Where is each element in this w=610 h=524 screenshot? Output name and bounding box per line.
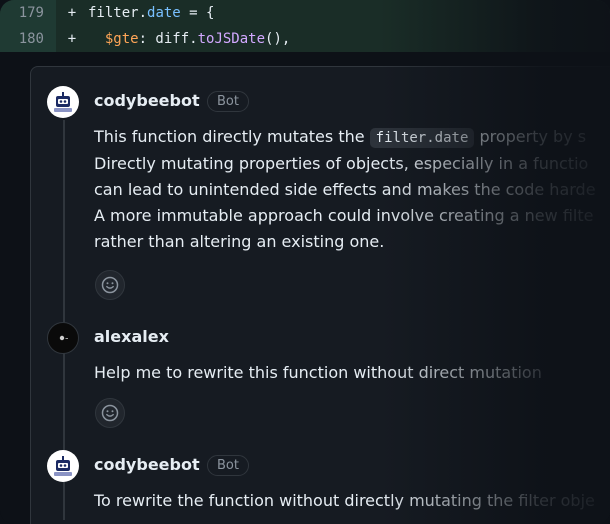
smiley-icon (101, 276, 119, 294)
robot-avatar[interactable] (47, 86, 79, 118)
code-content: $gte: diff.toJSDate(), (104, 31, 291, 47)
diff-line-179[interactable]: 179 + filter.date = { (0, 0, 610, 26)
diff-line-180[interactable]: 180 + $gte: diff.toJSDate(), (0, 26, 610, 52)
code-review-view: 179 + filter.date = { 180 + $gte: diff.t… (0, 0, 610, 524)
comment-line: This function directly mutates the filte… (94, 127, 587, 148)
smiley-icon (101, 404, 119, 422)
comment-line: A more immutable approach could involve … (94, 206, 594, 225)
line-number[interactable]: 180 (0, 26, 56, 52)
add-reaction-button[interactable] (95, 398, 125, 428)
add-reaction-button[interactable] (95, 270, 125, 300)
comment-author[interactable]: codybeebot (94, 91, 200, 110)
bot-badge: Bot (207, 91, 249, 112)
code-content: filter.date = { (88, 5, 215, 21)
comment-line: rather than altering an existing one. (94, 232, 385, 251)
user-avatar[interactable] (47, 322, 79, 354)
comment-author[interactable]: codybeebot (94, 455, 200, 474)
comment-author[interactable]: alexalex (94, 327, 169, 346)
comment-line: can lead to unintended side effects and … (94, 180, 596, 199)
robot-avatar[interactable] (47, 450, 79, 482)
inline-code: filter.date (369, 128, 475, 148)
line-number[interactable]: 179 (0, 0, 56, 26)
comment-body: To rewrite the function without directly… (94, 491, 595, 510)
comment-body: This function directly mutates the filte… (94, 124, 596, 255)
comment-body: Help me to rewrite this function without… (94, 363, 542, 382)
added-sign: + (67, 5, 77, 21)
comment-line: Directly mutating properties of objects,… (94, 154, 589, 173)
bot-badge: Bot (207, 455, 249, 476)
added-sign: + (67, 31, 77, 47)
